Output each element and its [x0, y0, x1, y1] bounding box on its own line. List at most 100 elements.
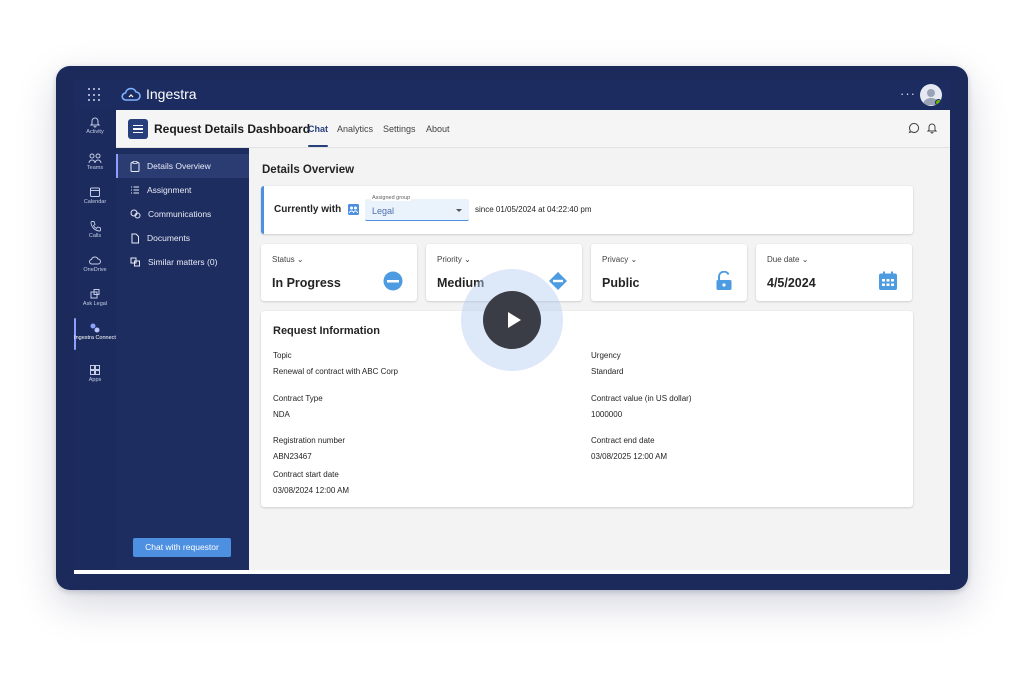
- sidebar-item-documents[interactable]: Documents: [116, 226, 249, 250]
- sidebar-item-label: Similar matters (0): [148, 257, 218, 267]
- topic-label: Topic: [273, 351, 292, 360]
- rail-label: OneDrive: [83, 267, 107, 273]
- in-progress-icon: [383, 271, 403, 291]
- sidebar-item-details-overview[interactable]: Details Overview: [116, 154, 249, 178]
- contract-value-value: 1000000: [591, 410, 623, 419]
- similar-icon: [130, 257, 140, 267]
- rail-item-ask-legal[interactable]: Ask Legal: [74, 288, 116, 308]
- sidebar: Details Overview Assignment Communicatio…: [116, 148, 249, 574]
- chevron-down-icon: ⌄: [630, 255, 638, 264]
- rail-item-calendar[interactable]: Calendar: [74, 186, 116, 206]
- contract-type-value: NDA: [273, 410, 290, 419]
- urgency-label: Urgency: [591, 351, 621, 360]
- notification-bell-icon[interactable]: [926, 122, 938, 134]
- unlock-icon: [716, 271, 732, 290]
- list-icon: [131, 186, 139, 194]
- sidebar-item-similar-matters[interactable]: Similar matters (0): [116, 250, 249, 274]
- chat-with-requestor-button[interactable]: Chat with requestor: [133, 538, 231, 557]
- app-name: Ingestra: [146, 86, 197, 102]
- page-title: Request Details Dashboard: [154, 122, 311, 136]
- chat-bubbles-icon: [130, 209, 141, 219]
- rail-label: Ask Legal: [82, 301, 108, 307]
- rail-label: Ingestra Connect: [74, 335, 116, 341]
- due-date-label: Due date ⌄: [767, 255, 809, 264]
- sidebar-item-label: Assignment: [147, 185, 192, 195]
- privacy-card[interactable]: Privacy ⌄ Public: [591, 244, 747, 301]
- chat-icon[interactable]: [908, 122, 920, 134]
- sidebar-item-label: Communications: [148, 209, 212, 219]
- rail-label: Activity: [86, 129, 104, 135]
- active-tab-indicator: [308, 145, 328, 147]
- rail-item-ingestra-connect[interactable]: Ingestra Connect: [74, 322, 116, 342]
- presence-dot: [935, 99, 942, 106]
- calendar-icon: [879, 271, 897, 290]
- clipboard-icon: [130, 160, 140, 172]
- end-date-label: Contract end date: [591, 436, 655, 445]
- more-options-icon[interactable]: ···: [900, 86, 916, 101]
- rail-item-activity[interactable]: Activity: [74, 116, 116, 136]
- rail-item-calls[interactable]: Calls: [74, 220, 116, 240]
- assigned-group-value: Legal: [372, 206, 395, 216]
- status-card[interactable]: Status ⌄ In Progress: [261, 244, 417, 301]
- sidebar-item-assignment[interactable]: Assignment: [116, 178, 249, 202]
- group-icon: [348, 204, 359, 215]
- due-date-card[interactable]: Due date ⌄ 4/5/2024: [756, 244, 912, 301]
- chevron-down-icon: [456, 209, 462, 212]
- ingestra-connect-icon: [90, 323, 100, 333]
- since-timestamp: since 01/05/2024 at 04:22:40 pm: [475, 205, 592, 214]
- sidebar-item-communications[interactable]: Communications: [116, 202, 249, 226]
- registration-label: Registration number: [273, 436, 346, 445]
- privacy-value: Public: [602, 276, 640, 290]
- tab-about[interactable]: About: [426, 124, 450, 134]
- privacy-label: Privacy ⌄: [602, 255, 638, 264]
- chevron-down-icon: ⌄: [296, 255, 304, 264]
- calendar-icon: [90, 187, 100, 197]
- play-icon: [507, 312, 521, 328]
- play-button[interactable]: [483, 291, 541, 349]
- phone-icon: [90, 221, 101, 232]
- menu-icon[interactable]: [128, 119, 148, 139]
- cloud-logo-icon: [121, 87, 141, 101]
- tab-settings[interactable]: Settings: [383, 124, 416, 134]
- end-date-value: 03/08/2025 12:00 AM: [591, 452, 668, 461]
- request-information-card: Request Information Topic Renewal of con…: [261, 311, 913, 507]
- topic-value: Renewal of contract with ABC Corp: [273, 367, 398, 376]
- tab-chat[interactable]: Chat: [308, 124, 328, 134]
- app-launcher-icon[interactable]: [88, 88, 102, 102]
- bell-icon: [89, 117, 101, 128]
- request-information-title: Request Information: [273, 325, 380, 337]
- rail-label: Teams: [86, 165, 104, 171]
- assigned-group-dropdown[interactable]: Assigned group Legal: [365, 195, 469, 221]
- avatar[interactable]: [920, 84, 942, 106]
- brand: Ingestra: [120, 86, 197, 102]
- urgency-value: Standard: [591, 367, 624, 376]
- status-label: Status ⌄: [272, 255, 304, 264]
- left-rail: Activity Teams Calendar Calls OneDrive A…: [74, 110, 116, 574]
- rail-item-onedrive[interactable]: OneDrive: [74, 254, 116, 274]
- start-date-label: Contract start date: [273, 470, 339, 479]
- chevron-down-icon: ⌄: [464, 255, 471, 264]
- ask-legal-icon: [90, 289, 100, 299]
- cloud-icon: [89, 256, 101, 265]
- app-header: Request Details Dashboard Chat Analytics…: [116, 110, 950, 148]
- status-value: In Progress: [272, 276, 341, 290]
- priority-label: Priority ⌄: [437, 255, 471, 264]
- currently-with-label: Currently with: [274, 204, 342, 215]
- section-title: Details Overview: [262, 164, 355, 176]
- main-content: Details Overview Currently with Assigned…: [249, 148, 950, 574]
- assigned-group-caption: Assigned group: [371, 195, 412, 201]
- contract-value-label: Contract value (in US dollar): [591, 394, 692, 403]
- apps-icon: [90, 365, 100, 375]
- tab-analytics[interactable]: Analytics: [337, 124, 373, 134]
- contract-type-label: Contract Type: [273, 394, 323, 403]
- teams-icon: [88, 153, 102, 164]
- rail-item-apps[interactable]: Apps: [74, 364, 116, 384]
- due-date-value: 4/5/2024: [767, 276, 816, 290]
- currently-with-card: Currently with Assigned group Legal sinc…: [261, 186, 913, 234]
- rail-label: Calendar: [83, 199, 107, 205]
- rail-item-teams[interactable]: Teams: [74, 152, 116, 172]
- document-icon: [131, 233, 139, 243]
- chevron-down-icon: ⌄: [801, 255, 809, 264]
- rail-label: Apps: [88, 377, 102, 383]
- bottom-edge: [74, 570, 950, 574]
